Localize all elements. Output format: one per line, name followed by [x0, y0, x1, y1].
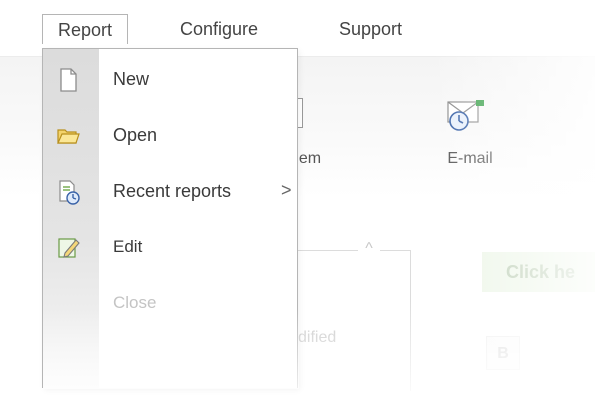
menu-item-edit-label: Edit — [113, 237, 143, 256]
menu-report[interactable]: Report — [42, 14, 128, 44]
bold-button[interactable]: B — [486, 336, 520, 370]
menu-item-recent-reports-label: Recent reports — [113, 181, 232, 201]
toolbar-item-label: em — [298, 150, 322, 167]
collapse-icon[interactable]: ^ — [358, 238, 380, 260]
email-schedule-icon — [447, 100, 484, 131]
submenu-chevron-right-icon: > — [281, 180, 292, 200]
menu-support[interactable]: Support — [339, 14, 402, 44]
email-label: E-mail — [447, 150, 493, 167]
menu-item-open[interactable]: Open — [43, 111, 297, 163]
menu-item-new[interactable]: New — [43, 55, 297, 107]
menu-item-close: Close — [43, 279, 297, 331]
menu-item-recent-reports[interactable]: Recent reports > — [43, 167, 297, 219]
new-document-icon — [60, 68, 77, 92]
folder-open-icon — [57, 129, 80, 144]
recent-reports-icon — [59, 180, 80, 205]
modified-label: dified — [298, 329, 337, 346]
report-dropdown-menu: New Open Recent reports > Edit Close — [42, 48, 299, 389]
menu-item-edit[interactable]: Edit — [43, 223, 297, 275]
menu-item-close-label: Close — [113, 293, 157, 312]
menu-bar: Report Configure Support — [0, 0, 595, 48]
click-here-banner[interactable]: Click he — [482, 252, 595, 292]
edit-icon — [58, 238, 80, 258]
menu-item-open-label: Open — [113, 125, 158, 145]
email-button[interactable]: E-mail — [430, 150, 510, 168]
menu-item-new-label: New — [113, 69, 150, 89]
menu-configure[interactable]: Configure — [180, 14, 258, 44]
